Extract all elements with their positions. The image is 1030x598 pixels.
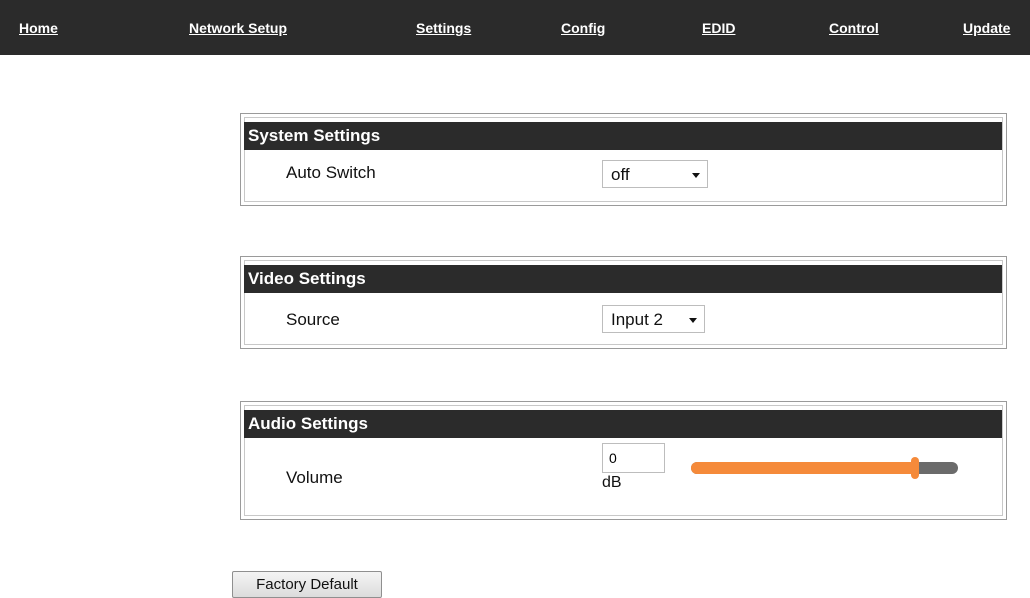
factory-default-button[interactable]: Factory Default <box>232 571 382 598</box>
nav-edid-link[interactable]: EDID <box>702 20 735 36</box>
chevron-down-icon <box>689 318 697 323</box>
nav-network-setup-link[interactable]: Network Setup <box>189 20 287 36</box>
volume-slider-handle[interactable] <box>911 457 920 479</box>
nav-control-link[interactable]: Control <box>829 20 879 36</box>
volume-label: Volume <box>286 468 343 487</box>
source-label: Source <box>286 310 340 329</box>
volume-slider[interactable] <box>691 457 958 479</box>
nav-config-link[interactable]: Config <box>561 20 605 36</box>
auto-switch-select[interactable]: off <box>602 160 708 188</box>
volume-slider-fill <box>691 462 916 474</box>
source-selected-value: Input 2 <box>611 310 663 329</box>
chevron-down-icon <box>692 173 700 178</box>
auto-switch-label: Auto Switch <box>286 163 376 182</box>
source-select[interactable]: Input 2 <box>602 305 705 333</box>
nav-settings-link[interactable]: Settings <box>416 20 471 36</box>
volume-input[interactable] <box>602 443 665 473</box>
system-settings-panel: System Settings Auto Switch off <box>240 113 1007 206</box>
audio-settings-title: Audio Settings <box>244 410 1002 438</box>
nav-update-link[interactable]: Update <box>963 20 1010 36</box>
nav-home-link[interactable]: Home <box>19 20 58 36</box>
system-settings-title: System Settings <box>244 122 1002 150</box>
video-settings-panel: Video Settings Source Input 2 <box>240 256 1007 349</box>
audio-settings-panel: Audio Settings Volume dB <box>240 401 1007 520</box>
video-settings-title: Video Settings <box>244 265 1002 293</box>
top-nav-bar: Home Network Setup Settings Config EDID … <box>0 0 1030 55</box>
volume-unit-label: dB <box>602 474 622 491</box>
auto-switch-selected-value: off <box>611 165 630 184</box>
